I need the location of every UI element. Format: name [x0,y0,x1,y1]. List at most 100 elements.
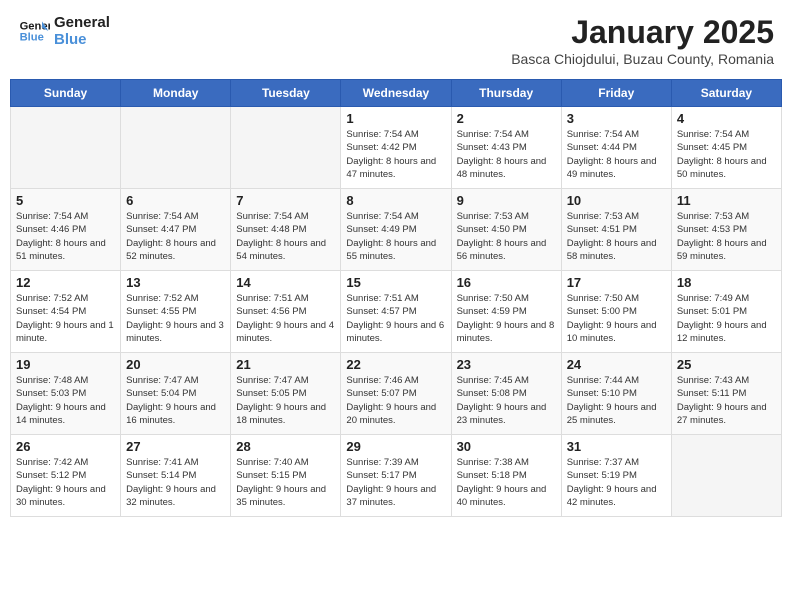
calendar-cell: 30 Sunrise: 7:38 AM Sunset: 5:18 PM Dayli… [451,435,561,517]
day-number: 18 [677,275,776,290]
calendar-cell: 22Sunrise: 7:46 AM Sunset: 5:07 PM Dayli… [341,353,451,435]
weekday-header-friday: Friday [561,80,671,107]
calendar-cell [231,107,341,189]
day-number: 12 [16,275,115,290]
calendar-cell: 27Sunrise: 7:41 AM Sunset: 5:14 PM Dayli… [121,435,231,517]
day-info: Sunrise: 7:54 AM Sunset: 4:44 PM Dayligh… [567,128,666,181]
day-number: 23 [457,357,556,372]
day-info: Sunrise: 7:42 AM Sunset: 5:12 PM Dayligh… [16,456,115,509]
day-number: 25 [677,357,776,372]
calendar-cell [121,107,231,189]
calendar-cell: 24 Sunrise: 7:44 AM Sunset: 5:10 PM Dayli… [561,353,671,435]
logo-icon: General Blue [18,15,50,47]
day-number: 17 [567,275,666,290]
calendar-cell: 5Sunrise: 7:54 AM Sunset: 4:46 PM Daylig… [11,189,121,271]
day-number: 8 [346,193,445,208]
calendar-table: SundayMondayTuesdayWednesdayThursdayFrid… [10,79,782,517]
day-info: Sunrise: 7:43 AM Sunset: 5:11 PM Dayligh… [677,374,776,427]
day-info: Sunrise: 7:41 AM Sunset: 5:14 PM Dayligh… [126,456,225,509]
day-info: Sunrise: 7:54 AM Sunset: 4:47 PM Dayligh… [126,210,225,263]
day-info: Sunrise: 7:52 AM Sunset: 4:55 PM Dayligh… [126,292,225,345]
day-info: Sunrise: 7:51 AM Sunset: 4:56 PM Dayligh… [236,292,335,345]
day-number: 28 [236,439,335,454]
day-number: 11 [677,193,776,208]
day-info: Sunrise: 7:50 AM Sunset: 4:59 PM Dayligh… [457,292,556,345]
calendar-cell [671,435,781,517]
day-info: Sunrise: 7:50 AM Sunset: 5:00 PM Dayligh… [567,292,666,345]
day-info: Sunrise: 7:54 AM Sunset: 4:48 PM Dayligh… [236,210,335,263]
calendar-cell: 19Sunrise: 7:48 AM Sunset: 5:03 PM Dayli… [11,353,121,435]
day-info: Sunrise: 7:53 AM Sunset: 4:50 PM Dayligh… [457,210,556,263]
calendar-cell: 17 Sunrise: 7:50 AM Sunset: 5:00 PM Dayli… [561,271,671,353]
day-number: 26 [16,439,115,454]
svg-text:Blue: Blue [20,32,44,44]
day-info: Sunrise: 7:47 AM Sunset: 5:04 PM Dayligh… [126,374,225,427]
day-number: 20 [126,357,225,372]
month-title: January 2025 [511,14,774,51]
day-info: Sunrise: 7:48 AM Sunset: 5:03 PM Dayligh… [16,374,115,427]
day-number: 13 [126,275,225,290]
day-number: 6 [126,193,225,208]
calendar-cell: 1Sunrise: 7:54 AM Sunset: 4:42 PM Daylig… [341,107,451,189]
day-info: Sunrise: 7:49 AM Sunset: 5:01 PM Dayligh… [677,292,776,345]
day-info: Sunrise: 7:40 AM Sunset: 5:15 PM Dayligh… [236,456,335,509]
day-info: Sunrise: 7:38 AM Sunset: 5:18 PM Dayligh… [457,456,556,509]
day-number: 24 [567,357,666,372]
calendar-cell: 12Sunrise: 7:52 AM Sunset: 4:54 PM Dayli… [11,271,121,353]
location-subtitle: Basca Chiojdului, Buzau County, Romania [511,51,774,67]
day-info: Sunrise: 7:44 AM Sunset: 5:10 PM Dayligh… [567,374,666,427]
weekday-header-wednesday: Wednesday [341,80,451,107]
weekday-header-thursday: Thursday [451,80,561,107]
day-info: Sunrise: 7:54 AM Sunset: 4:42 PM Dayligh… [346,128,445,181]
calendar-cell: 28 Sunrise: 7:40 AM Sunset: 5:15 PM Dayli… [231,435,341,517]
calendar-cell: 2 Sunrise: 7:54 AM Sunset: 4:43 PM Daylig… [451,107,561,189]
calendar-cell [11,107,121,189]
day-number: 2 [457,111,556,126]
calendar-cell: 3 Sunrise: 7:54 AM Sunset: 4:44 PM Daylig… [561,107,671,189]
day-info: Sunrise: 7:54 AM Sunset: 4:43 PM Dayligh… [457,128,556,181]
day-number: 10 [567,193,666,208]
weekday-header-monday: Monday [121,80,231,107]
day-number: 9 [457,193,556,208]
day-number: 30 [457,439,556,454]
weekday-header-sunday: Sunday [11,80,121,107]
calendar-cell: 16Sunrise: 7:50 AM Sunset: 4:59 PM Dayli… [451,271,561,353]
day-number: 29 [346,439,445,454]
calendar-cell: 15 Sunrise: 7:51 AM Sunset: 4:57 PM Dayli… [341,271,451,353]
calendar-cell: 23Sunrise: 7:45 AM Sunset: 5:08 PM Dayli… [451,353,561,435]
weekday-header-tuesday: Tuesday [231,80,341,107]
calendar-cell: 14 Sunrise: 7:51 AM Sunset: 4:56 PM Dayli… [231,271,341,353]
day-number: 7 [236,193,335,208]
day-number: 3 [567,111,666,126]
logo-general: General [54,14,110,31]
day-number: 22 [346,357,445,372]
calendar-cell: 29 Sunrise: 7:39 AM Sunset: 5:17 PM Dayli… [341,435,451,517]
day-info: Sunrise: 7:54 AM Sunset: 4:45 PM Dayligh… [677,128,776,181]
weekday-header-row: SundayMondayTuesdayWednesdayThursdayFrid… [11,80,782,107]
calendar-cell: 20 Sunrise: 7:47 AM Sunset: 5:04 PM Dayli… [121,353,231,435]
day-info: Sunrise: 7:39 AM Sunset: 5:17 PM Dayligh… [346,456,445,509]
calendar-cell: 18 Sunrise: 7:49 AM Sunset: 5:01 PM Dayli… [671,271,781,353]
logo: General Blue General Blue [18,14,110,48]
calendar-cell: 21Sunrise: 7:47 AM Sunset: 5:05 PM Dayli… [231,353,341,435]
calendar-cell: 31Sunrise: 7:37 AM Sunset: 5:19 PM Dayli… [561,435,671,517]
calendar-cell: 10Sunrise: 7:53 AM Sunset: 4:51 PM Dayli… [561,189,671,271]
day-info: Sunrise: 7:54 AM Sunset: 4:49 PM Dayligh… [346,210,445,263]
day-number: 4 [677,111,776,126]
calendar-cell: 4 Sunrise: 7:54 AM Sunset: 4:45 PM Daylig… [671,107,781,189]
calendar-week-row: 1Sunrise: 7:54 AM Sunset: 4:42 PM Daylig… [11,107,782,189]
calendar-cell: 7 Sunrise: 7:54 AM Sunset: 4:48 PM Daylig… [231,189,341,271]
calendar-cell: 26 Sunrise: 7:42 AM Sunset: 5:12 PM Dayli… [11,435,121,517]
calendar-week-row: 19Sunrise: 7:48 AM Sunset: 5:03 PM Dayli… [11,353,782,435]
day-number: 5 [16,193,115,208]
logo-blue: Blue [54,31,110,48]
day-number: 31 [567,439,666,454]
day-number: 15 [346,275,445,290]
calendar-week-row: 5Sunrise: 7:54 AM Sunset: 4:46 PM Daylig… [11,189,782,271]
calendar-cell: 8 Sunrise: 7:54 AM Sunset: 4:49 PM Daylig… [341,189,451,271]
day-info: Sunrise: 7:51 AM Sunset: 4:57 PM Dayligh… [346,292,445,345]
calendar-cell: 11Sunrise: 7:53 AM Sunset: 4:53 PM Dayli… [671,189,781,271]
calendar-week-row: 26 Sunrise: 7:42 AM Sunset: 5:12 PM Dayli… [11,435,782,517]
day-number: 14 [236,275,335,290]
calendar-cell: 6 Sunrise: 7:54 AM Sunset: 4:47 PM Daylig… [121,189,231,271]
